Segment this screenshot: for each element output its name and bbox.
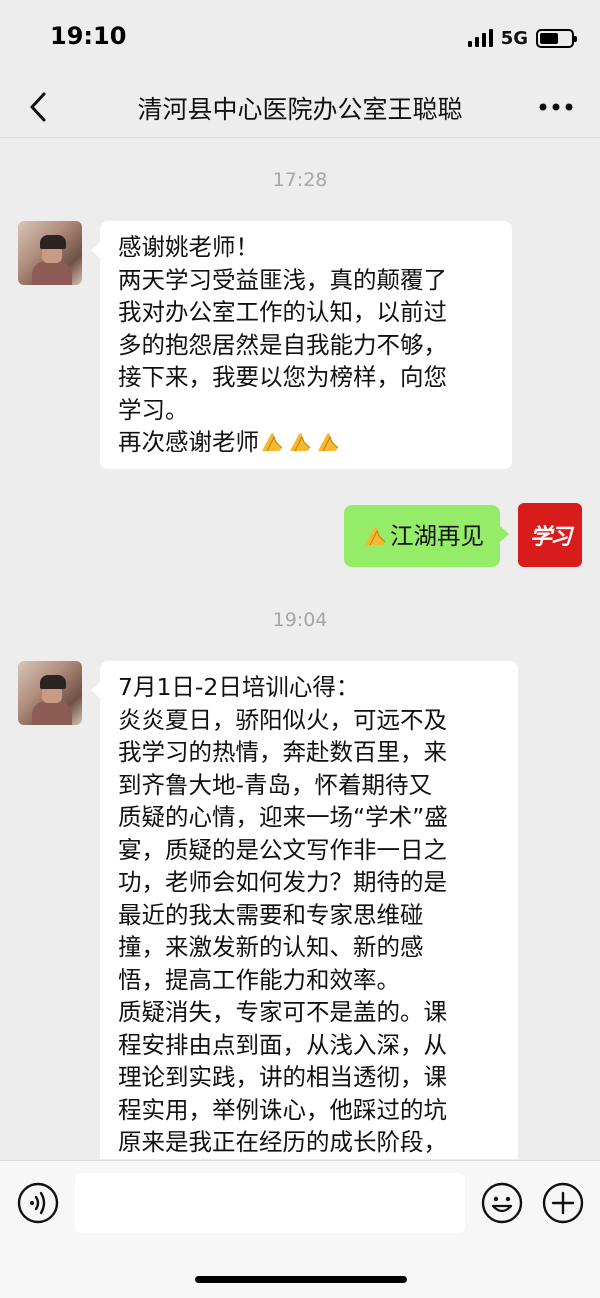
timestamp: 19:04 (272, 609, 328, 631)
message-input[interactable] (75, 1173, 465, 1233)
message-line: 学习。 (118, 395, 189, 424)
message-line: 两天学习受益匪浅，真的颠覆了 (118, 265, 447, 294)
message-text: 江湖再见 (390, 522, 484, 550)
message-line: 质疑的心情，迎来一场“学术”盛 (118, 803, 448, 831)
message-line: 程安排由点到面，从浅入深，从 (118, 1030, 447, 1059)
chat-header: 清河县中心医院办公室王聪聪 (0, 78, 600, 138)
message-line: 我学习的热情，奔赴数百里，来 (118, 738, 447, 766)
message-line: 原来是我正在经历的成长阶段， (118, 1128, 447, 1156)
contact-avatar[interactable] (18, 661, 82, 725)
network-type: 5G (500, 27, 528, 49)
voice-icon[interactable] (17, 1182, 59, 1224)
clap-emoji (262, 433, 283, 452)
status-bar: 19:10 5G (0, 0, 600, 78)
message-line: 7月1日-2日培训心得： (118, 673, 360, 701)
message-line: 撞，来激发新的认知、新的感 (118, 933, 424, 961)
message-line: 感谢姚老师！ (118, 233, 259, 261)
message-line: 接下来，我要以您为榜样，向您 (118, 363, 447, 391)
incoming-message[interactable]: 7月1日-2日培训心得： 炎炎夏日，骄阳似火，可远不及 我学习的热情，奔赴数百里… (91, 661, 518, 1159)
battery-icon (536, 28, 577, 48)
status-indicators: 5G (467, 26, 577, 50)
outgoing-message[interactable]: 江湖再见 (344, 505, 509, 567)
message-line: 到齐鲁大地-青岛，怀着期待又 (118, 770, 432, 799)
message-line: 质疑消失，专家可不是盖的。课 (118, 998, 447, 1026)
message-line: 理论到实践，讲的相当透彻，课 (118, 1063, 447, 1091)
message-line: 程实用，举例诛心，他踩过的坑 (118, 1095, 447, 1124)
plus-icon[interactable] (542, 1182, 584, 1224)
back-icon[interactable] (24, 90, 54, 124)
clap-emoji (365, 527, 386, 546)
contact-avatar[interactable] (18, 221, 82, 285)
self-avatar[interactable]: 学习 (518, 503, 582, 567)
clap-emoji (290, 433, 311, 452)
signal-icon (467, 29, 493, 47)
message-line: 悟，提高工作能力和效率。 (118, 965, 400, 994)
clap-emoji (318, 433, 339, 452)
message-line: 功，老师会如何发力？期待的是 (118, 868, 447, 896)
chat-title: 清河县中心医院办公室王聪聪 (137, 95, 463, 124)
message-line: 多的抱怨居然是自我能力不够， (118, 330, 447, 359)
incoming-message[interactable]: 感谢姚老师！ 两天学习受益匪浅，真的颠覆了 我对办公室工作的认知，以前过 多的抱… (91, 221, 512, 469)
message-line: 最近的我太需要和专家思维碰 (118, 900, 424, 929)
home-indicator[interactable] (195, 1276, 407, 1283)
status-time: 19:10 (50, 22, 127, 50)
message-line: 炎炎夏日，骄阳似火，可远不及 (118, 705, 447, 734)
emoji-icon[interactable] (481, 1182, 523, 1224)
more-icon[interactable] (538, 100, 574, 114)
message-list[interactable]: 17:28 感谢姚老师！ 两天学习受益匪浅，真的颠覆了 我对办公室工作的认知，以… (0, 139, 600, 1159)
message-line: 再次感谢老师 (118, 428, 259, 456)
message-line: 我对办公室工作的认知，以前过 (118, 298, 447, 326)
timestamp: 17:28 (272, 169, 328, 191)
message-line: 宴，质疑的是公文写作非一日之 (118, 835, 447, 864)
